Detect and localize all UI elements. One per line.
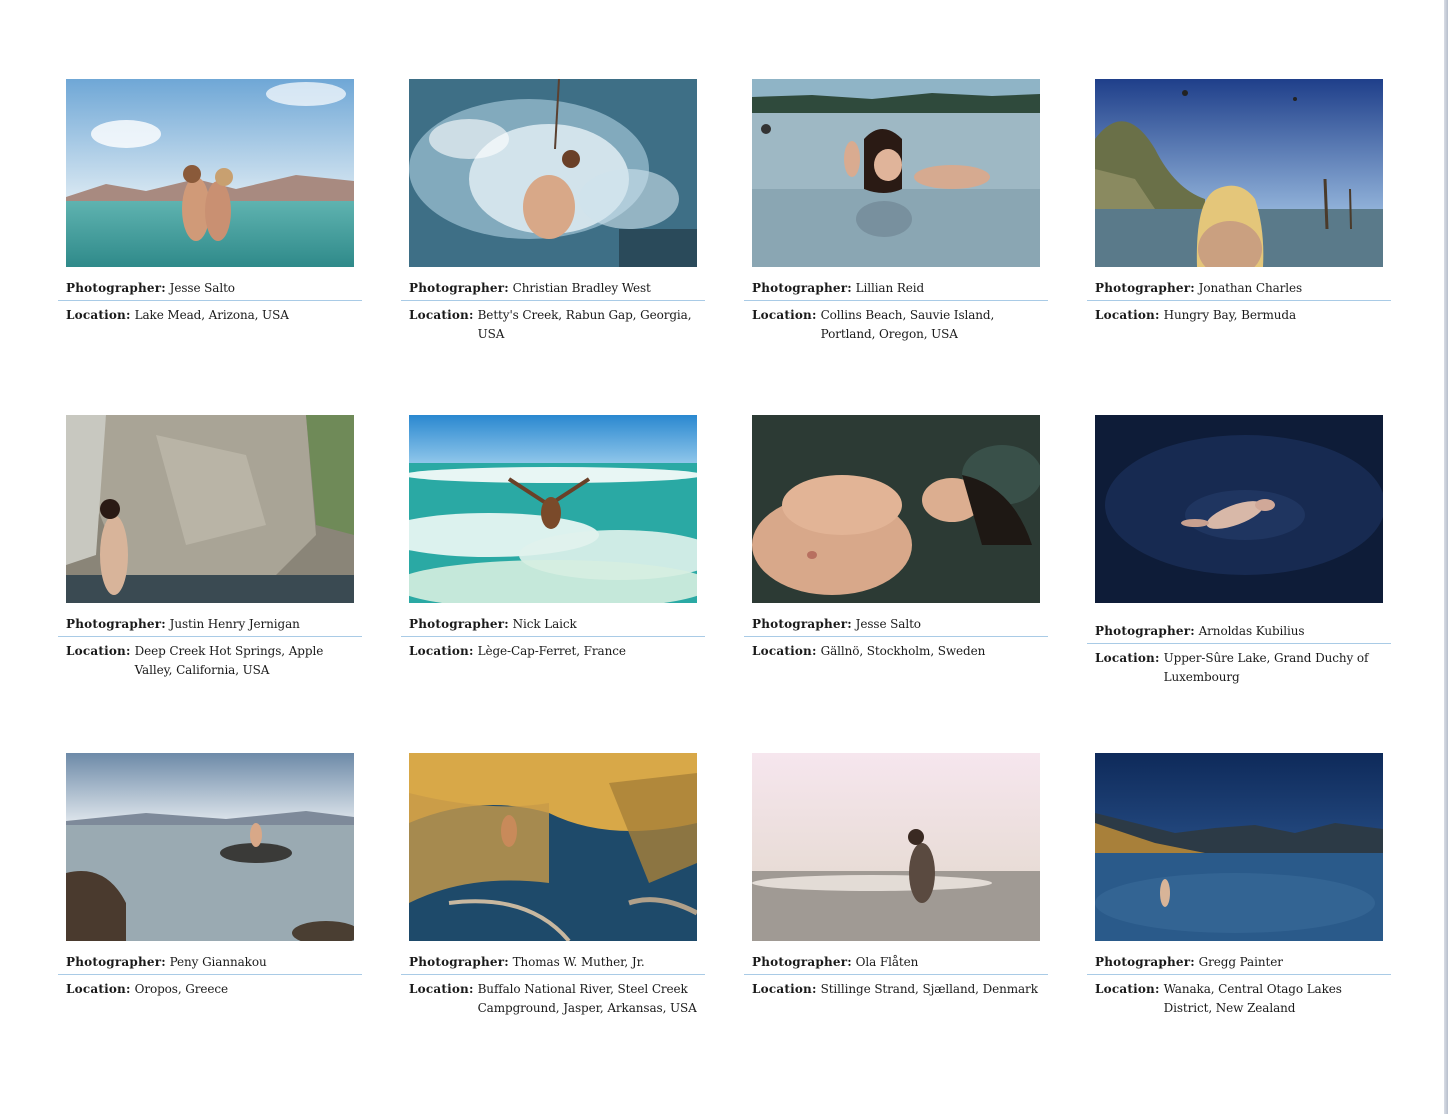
location-value: Buffalo National River, Steel Creek Camp… <box>477 982 697 1015</box>
photo-card: Photographer: Gregg Painter Location: Wa… <box>1087 753 1391 1053</box>
location-label: Location: <box>66 982 131 996</box>
location-label: Location: <box>409 644 474 658</box>
photo-card: Photographer: Thomas W. Muther, Jr. Loca… <box>401 753 705 1053</box>
photo-card: Photographer: Lillian Reid Location: Col… <box>744 79 1048 415</box>
photographer-line: Photographer: Nick Laick <box>401 615 705 637</box>
location-line: Location: Collins Beach, Sauvie Island, … <box>744 306 1048 344</box>
photo-card: Photographer: Peny Giannakou Location: O… <box>58 753 362 1053</box>
location-line: Location: Lake Mead, Arizona, USA <box>58 306 362 325</box>
location-value: Lake Mead, Arizona, USA <box>134 308 289 322</box>
photo-card: Photographer: Justin Henry Jernigan Loca… <box>58 415 362 753</box>
location-label: Location: <box>1095 982 1160 996</box>
location-label: Location: <box>1095 651 1160 665</box>
photographer-line: Photographer: Justin Henry Jernigan <box>58 615 362 637</box>
photo-grid: Photographer: Jesse Salto Location: Lake… <box>58 79 1391 1053</box>
photographer-line: Photographer: Jesse Salto <box>744 615 1048 637</box>
photographer-line: Photographer: Lillian Reid <box>744 279 1048 301</box>
photo-card: Photographer: Jesse Salto Location: Gäll… <box>744 415 1048 753</box>
photographer-label: Photographer: <box>66 955 166 969</box>
photographer-label: Photographer: <box>409 281 509 295</box>
photo-card: Photographer: Christian Bradley West Loc… <box>401 79 705 415</box>
photographer-name: Ola Flåten <box>855 955 919 969</box>
photographer-line: Photographer: Gregg Painter <box>1087 953 1391 975</box>
location-value: Stillinge Strand, Sjælland, Denmark <box>820 982 1038 996</box>
location-value: Oropos, Greece <box>134 982 229 996</box>
location-value: Collins Beach, Sauvie Island, Portland, … <box>820 308 995 341</box>
photographer-name: Arnoldas Kubilius <box>1198 624 1305 638</box>
photo-card: Photographer: Jonathan Charles Location:… <box>1087 79 1391 415</box>
location-label: Location: <box>1095 308 1160 322</box>
photo-card: Photographer: Jesse Salto Location: Lake… <box>58 79 362 415</box>
man-in-sea-backlit-photo <box>752 753 1040 941</box>
location-value: Deep Creek Hot Springs, Apple Valley, Ca… <box>134 644 324 677</box>
page-edge <box>1444 0 1448 1114</box>
location-line: Location: Gällnö, Stockholm, Sweden <box>744 642 1048 661</box>
blonde-woman-mangroves-photo <box>1095 79 1383 267</box>
photographer-name: Peny Giannakou <box>169 955 267 969</box>
location-line: Location: Upper-Sûre Lake, Grand Duchy o… <box>1087 649 1391 687</box>
location-label: Location: <box>409 982 474 996</box>
location-line: Location: Deep Creek Hot Springs, Apple … <box>58 642 362 680</box>
location-value: Upper-Sûre Lake, Grand Duchy of Luxembou… <box>1163 651 1369 684</box>
location-value: Hungry Bay, Bermuda <box>1163 308 1297 322</box>
photographer-label: Photographer: <box>66 281 166 295</box>
photographer-line: Photographer: Christian Bradley West <box>401 279 705 301</box>
photographer-label: Photographer: <box>752 955 852 969</box>
location-line: Location: Stillinge Strand, Sjælland, De… <box>744 980 1048 999</box>
photographer-label: Photographer: <box>1095 955 1195 969</box>
photographer-label: Photographer: <box>409 955 509 969</box>
photographer-line: Photographer: Thomas W. Muther, Jr. <box>401 953 705 975</box>
photographer-line: Photographer: Peny Giannakou <box>58 953 362 975</box>
location-label: Location: <box>752 644 817 658</box>
photo-card: Photographer: Nick Laick Location: Lège-… <box>401 415 705 753</box>
location-label: Location: <box>66 644 131 658</box>
woman-by-rock-waterfall-photo <box>66 415 354 603</box>
photographer-name: Thomas W. Muther, Jr. <box>512 955 645 969</box>
photographer-label: Photographer: <box>409 617 509 631</box>
location-value: Betty's Creek, Rabun Gap, Georgia, USA <box>477 308 692 341</box>
photographer-line: Photographer: Arnoldas Kubilius <box>1087 622 1391 644</box>
couple-kissing-in-lake-photo <box>66 79 354 267</box>
location-line: Location: Buffalo National River, Steel … <box>401 980 705 1018</box>
location-label: Location: <box>409 308 474 322</box>
location-label: Location: <box>752 982 817 996</box>
location-line: Location: Oropos, Greece <box>58 980 362 999</box>
photographer-name: Jonathan Charles <box>1198 281 1303 295</box>
woman-floating-photo <box>752 415 1040 603</box>
photographer-label: Photographer: <box>752 617 852 631</box>
photographer-label: Photographer: <box>1095 624 1195 638</box>
location-line: Location: Betty's Creek, Rabun Gap, Geor… <box>401 306 705 344</box>
photographer-label: Photographer: <box>752 281 852 295</box>
location-line: Location: Lège-Cap-Ferret, France <box>401 642 705 661</box>
photo-card: Photographer: Ola Flåten Location: Still… <box>744 753 1048 1053</box>
man-in-golden-reflection-photo <box>409 753 697 941</box>
location-line: Location: Wanaka, Central Otago Lakes Di… <box>1087 980 1391 1018</box>
photographer-name: Jesse Salto <box>855 617 921 631</box>
location-value: Gällnö, Stockholm, Sweden <box>820 644 986 658</box>
photographer-label: Photographer: <box>66 617 166 631</box>
photographer-line: Photographer: Jonathan Charles <box>1087 279 1391 301</box>
rope-swing-splash-photo <box>409 79 697 267</box>
photo-card: Photographer: Arnoldas Kubilius Location… <box>1087 415 1391 753</box>
photographer-name: Jesse Salto <box>169 281 235 295</box>
photographer-line: Photographer: Jesse Salto <box>58 279 362 301</box>
location-label: Location: <box>752 308 817 322</box>
photographer-line: Photographer: Ola Flåten <box>744 953 1048 975</box>
location-line: Location: Hungry Bay, Bermuda <box>1087 306 1391 325</box>
photographer-name: Christian Bradley West <box>512 281 651 295</box>
photographer-name: Nick Laick <box>512 617 577 631</box>
woman-in-river-photo <box>752 79 1040 267</box>
person-on-rock-sea-photo <box>66 753 354 941</box>
location-label: Location: <box>66 308 131 322</box>
location-value: Wanaka, Central Otago Lakes District, Ne… <box>1163 982 1342 1015</box>
swimmer-dark-water-photo <box>1095 415 1383 603</box>
photographer-name: Justin Henry Jernigan <box>169 617 300 631</box>
photographer-name: Gregg Painter <box>1198 955 1283 969</box>
man-in-ocean-waves-photo <box>409 415 697 603</box>
lake-mountains-blue-photo <box>1095 753 1383 941</box>
photographer-label: Photographer: <box>1095 281 1195 295</box>
photographer-name: Lillian Reid <box>855 281 925 295</box>
location-value: Lège-Cap-Ferret, France <box>477 644 626 658</box>
